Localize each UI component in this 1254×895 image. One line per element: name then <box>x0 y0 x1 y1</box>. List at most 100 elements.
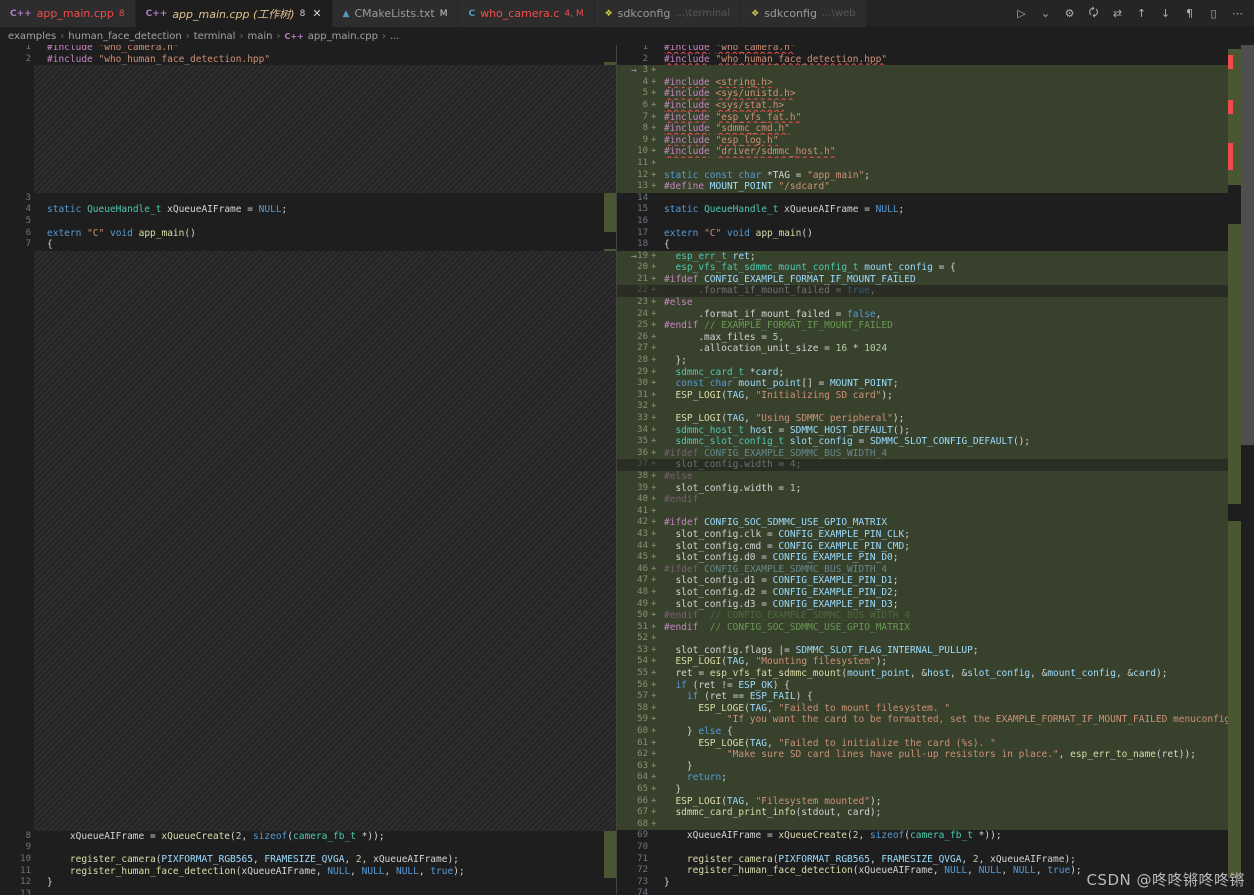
editor-tab-1[interactable]: C++ app_main.cpp (工作树) 8 ✕ <box>135 0 333 27</box>
code-line[interactable]: 35 + sdmmc_slot_config_t slot_config = SD… <box>617 436 1254 448</box>
code-line[interactable]: 18 { <box>617 239 1254 251</box>
modified-overview-ruler[interactable] <box>1228 45 1241 895</box>
code-line[interactable]: 71 register_camera(PIXFORMAT_RGB565, FRA… <box>617 854 1254 866</box>
editor-tab-3[interactable]: Cwho_camera.c 4, M <box>458 0 595 27</box>
code-line[interactable]: 15 static QueueHandle_t xQueueAIFrame = N… <box>617 204 1254 216</box>
code-line[interactable]: 29 + sdmmc_card_t *card; <box>617 366 1254 379</box>
code-line[interactable]: 56 + if (ret != ESP_OK) { <box>617 679 1254 692</box>
code-line[interactable]: 49 + slot_config.d3 = CONFIG_EXAMPLE_PIN_… <box>617 598 1254 611</box>
code-line[interactable]: 52 + <box>617 633 1254 645</box>
whitespace-icon[interactable]: ¶ <box>1182 6 1197 21</box>
code-line[interactable]: 70 <box>617 842 1254 854</box>
code-line[interactable]: 59 + "If you want the card to be formatte… <box>617 714 1254 727</box>
code-line[interactable]: 67 + sdmmc_card_print_info(stdout, card); <box>617 807 1254 819</box>
code-line[interactable]: 10 + #include "driver/sdmmc_host.h" <box>617 146 1254 158</box>
code-line[interactable]: 40 + #endif <box>617 494 1254 506</box>
close-icon[interactable]: ✕ <box>312 7 321 20</box>
code-line[interactable]: 47 + slot_config.d1 = CONFIG_EXAMPLE_PIN_… <box>617 575 1254 587</box>
split-editor-icon[interactable]: ▯ <box>1206 6 1221 21</box>
breadcrumb-item-0[interactable]: examples <box>8 31 56 42</box>
code-line[interactable]: 25 + #endif // EXAMPLE_FORMAT_IF_MOUNT_FAI… <box>617 320 1254 332</box>
code-line[interactable]: 39 + slot_config.width = 1; <box>617 482 1254 495</box>
breadcrumb-item-4[interactable]: app_main.cpp <box>308 31 378 42</box>
code-line[interactable]: 7{ <box>0 239 616 251</box>
code-line[interactable]: 9 + #include "esp_log.h" <box>617 134 1254 147</box>
toggle-inline-view-icon[interactable]: ⇄ <box>1110 6 1125 21</box>
code-line[interactable]: 41 + <box>617 505 1254 518</box>
diff-pane-original[interactable]: 1 #include "who_camera.h" 2 #include "who_h… <box>0 45 617 895</box>
code-line[interactable]: 12 + static const char *TAG = "app_main"; <box>617 169 1254 182</box>
code-line[interactable]: 8 + #include "sdmmc_cmd.h" <box>617 123 1254 135</box>
history-icon[interactable]: 🗘 <box>1086 6 1101 21</box>
code-line[interactable]: 31 + ESP_LOGI(TAG, "Initializing SD card"… <box>617 389 1254 402</box>
editor-tab-0[interactable]: C++ app_main.cpp 8 <box>0 0 136 27</box>
code-line[interactable]: 14 <box>617 193 1254 205</box>
scrollbar-thumb[interactable] <box>1241 45 1254 445</box>
modified-code-lines[interactable]: 1 #include "who_camera.h" 2 #include "who_h… <box>617 45 1254 895</box>
code-line[interactable]: 53 + slot_config.flags |= SDMMC_SLOT_FLAG… <box>617 644 1254 657</box>
code-line[interactable]: 51 + #endif // CONFIG_SOC_SDMMC_USE_GPIO_M… <box>617 621 1254 634</box>
code-line[interactable]: 57 + if (ret == ESP_FAIL) { <box>617 691 1254 703</box>
code-line[interactable]: 24 + .format_if_mount_failed = false, <box>617 308 1254 321</box>
code-line[interactable]: 19 + esp_err_t ret; → <box>617 250 1254 263</box>
code-line[interactable]: 37 + slot_config.width = 4; <box>617 459 1254 471</box>
code-line[interactable]: 3 + → <box>617 65 1254 77</box>
code-line[interactable]: 12} <box>0 877 616 889</box>
code-line[interactable]: 17 extern "C" void app_main() <box>617 228 1254 240</box>
code-line[interactable]: 50 + #endif // CONFIG_EXAMPLE_SDMMC_BUS_WI… <box>617 610 1254 622</box>
code-line[interactable]: 45 + slot_config.d0 = CONFIG_EXAMPLE_PIN_… <box>617 552 1254 564</box>
code-line[interactable]: 54 + ESP_LOGI(TAG, "Mounting filesystem")… <box>617 656 1254 669</box>
code-line[interactable]: 2 #include "who_human_face_detection.hpp" <box>0 54 616 66</box>
code-line[interactable]: 38 + #else <box>617 470 1254 483</box>
revert-change-arrow[interactable]: → <box>631 65 637 77</box>
code-line[interactable]: 66 + ESP_LOGI(TAG, "Filesystem mounted"); <box>617 795 1254 808</box>
editor-tab-5[interactable]: ❖ sdkconfig ...\web <box>741 0 867 27</box>
code-line[interactable]: 5 + #include <sys/unistd.h> <box>617 88 1254 100</box>
code-line[interactable]: 58 + ESP_LOGE(TAG, "Failed to mount files… <box>617 702 1254 715</box>
code-line[interactable]: 26 + .max_files = 5, <box>617 331 1254 344</box>
code-line[interactable]: 2 #include "who_human_face_detection.hpp" <box>617 54 1254 66</box>
vertical-scrollbar[interactable] <box>1241 45 1254 895</box>
code-line[interactable]: 69 xQueueAIFrame = xQueueCreate(2, sizeo… <box>617 830 1254 842</box>
editor-tab-4[interactable]: ❖ sdkconfig ...\terminal <box>594 0 742 27</box>
code-line[interactable]: 34 + sdmmc_host_t host = SDMMC_HOST_DEFAU… <box>617 424 1254 437</box>
breadcrumb-item-2[interactable]: terminal <box>194 31 236 42</box>
chevron-down-icon[interactable]: ⌄ <box>1038 6 1053 21</box>
code-line[interactable]: 6 extern "C" void app_main() <box>0 228 616 240</box>
next-change-icon[interactable]: ↓ <box>1158 6 1173 21</box>
code-line[interactable]: 42 + #ifdef CONFIG_SOC_SDMMC_USE_GPIO_MATR… <box>617 517 1254 529</box>
code-line[interactable]: 13 + #define MOUNT_POINT "/sdcard" <box>617 181 1254 193</box>
code-line[interactable]: 60 + } else { <box>617 726 1254 738</box>
code-line[interactable]: 3 <box>0 193 616 205</box>
code-line[interactable]: 64 + return; <box>617 772 1254 784</box>
code-line[interactable]: 1 #include "who_camera.h" <box>617 45 1254 54</box>
more-actions-icon[interactable]: ⋯ <box>1230 6 1245 21</box>
code-line[interactable]: 43 + slot_config.clk = CONFIG_EXAMPLE_PIN… <box>617 528 1254 541</box>
code-line[interactable]: 61 + ESP_LOGE(TAG, "Failed to initialize … <box>617 737 1254 750</box>
code-line[interactable]: 44 + slot_config.cmd = CONFIG_EXAMPLE_PIN… <box>617 540 1254 553</box>
code-line[interactable]: 27 + .allocation_unit_size = 16 * 1024 <box>617 343 1254 356</box>
code-line[interactable]: 9 <box>0 842 616 854</box>
code-line[interactable]: 48 + slot_config.d2 = CONFIG_EXAMPLE_PIN_… <box>617 586 1254 599</box>
code-line[interactable]: 68 + <box>617 818 1254 831</box>
code-line[interactable]: 36 + #ifdef CONFIG_EXAMPLE_SDMMC_BUS_WIDTH… <box>617 447 1254 460</box>
code-line[interactable]: 65 + } <box>617 784 1254 796</box>
breadcrumb-item-3[interactable]: main <box>247 31 272 42</box>
code-line[interactable]: 11 register_human_face_detection(xQueueA… <box>0 866 616 878</box>
code-line[interactable]: 8 xQueueAIFrame = xQueueCreate(2, sizeof… <box>0 831 616 843</box>
editor-tab-2[interactable]: ▲ CMakeLists.txt M <box>332 0 459 27</box>
code-line[interactable]: 4 + #include <string.h> <box>617 76 1254 89</box>
code-line[interactable]: 11 + <box>617 157 1254 170</box>
code-line[interactable]: 1 #include "who_camera.h" <box>0 45 616 54</box>
code-line[interactable]: 7 + #include "esp_vfs_fat.h" <box>617 111 1254 124</box>
code-line[interactable]: 13 <box>0 889 616 895</box>
code-line[interactable]: 4 static QueueHandle_t xQueueAIFrame = NU… <box>0 204 616 216</box>
code-line[interactable]: 6 + #include <sys/stat.h> <box>617 99 1254 112</box>
diff-pane-modified[interactable]: 1 #include "who_camera.h" 2 #include "who_h… <box>617 45 1254 895</box>
breadcrumb-item-5[interactable]: ... <box>390 31 400 42</box>
code-line[interactable]: 32 + <box>617 401 1254 413</box>
code-line[interactable]: 28 + }; <box>617 355 1254 367</box>
run-button[interactable]: ▷ <box>1014 6 1029 21</box>
code-line[interactable]: 10 register_camera(PIXFORMAT_RGB565, FRA… <box>0 854 616 866</box>
code-line[interactable]: 46 + #ifdef CONFIG_EXAMPLE_SDMMC_BUS_WIDTH… <box>617 563 1254 576</box>
